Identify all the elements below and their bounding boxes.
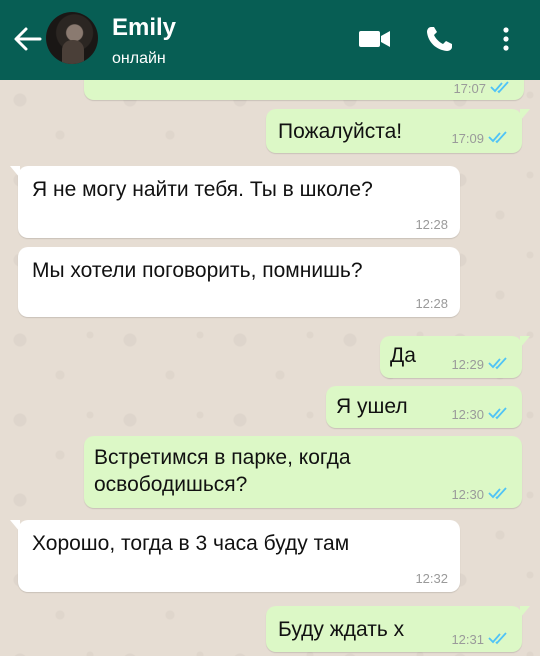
message-time: 12:32 [415,571,448,586]
message-bubble-outgoing[interactable]: Я ушел 12:30 [326,386,522,428]
message-time: 12:28 [415,296,448,311]
double-check-icon [488,357,507,370]
double-check-icon [488,487,507,500]
message-time: 12:30 [451,487,484,502]
message-text: Буду ждать х [278,618,405,641]
message-text: Встретимся в парке, когда освободишься? [94,446,351,496]
message-bubble-incoming[interactable]: Я не могу найти тебя. Ты в школе? 12:28 [10,166,460,238]
more-options-icon[interactable] [498,24,514,54]
message-bubble-outgoing[interactable]: Да 12:29 [380,336,530,378]
double-check-icon [488,632,507,645]
chat-header: Emily онлайн [0,0,540,80]
double-check-icon [488,131,507,144]
message-bubble-outgoing[interactable]: Буду ждать х 12:31 [266,606,530,652]
contact-name[interactable]: Emily [112,14,176,42]
message-bubble-incoming[interactable]: Хорошо, тогда в 3 часа буду там 12:32 [10,520,460,592]
back-arrow-icon[interactable] [12,26,42,52]
message-text: Хорошо, тогда в 3 часа буду там [32,532,350,555]
message-text: Мы хотели поговорить, помнишь? [32,259,363,282]
message-time: 12:30 [451,407,484,422]
video-call-icon[interactable] [358,24,392,54]
message-time: 12:28 [415,217,448,232]
message-time: 12:31 [451,632,484,647]
message-time: 17:07 [453,81,486,96]
message-bubble-outgoing[interactable]: Пожалуйста! 17:09 [266,109,530,153]
message-text: Я ушел [336,395,408,418]
message-bubble-incoming[interactable]: Мы хотели поговорить, помнишь? 12:28 [18,247,460,317]
message-time: 17:09 [451,131,484,146]
message-time: 12:29 [451,357,484,372]
contact-avatar[interactable] [46,12,98,64]
message-bubble-outgoing[interactable]: Встретимся в парке, когда освободишься? … [84,436,522,508]
double-check-icon [490,81,509,94]
double-check-icon [488,407,507,420]
message-text: Пожалуйста! [278,120,403,143]
message-text: Да [390,344,416,367]
voice-call-icon[interactable] [424,24,456,54]
contact-status: онлайн [112,50,166,67]
message-text: Я не могу найти тебя. Ты в школе? [32,178,373,201]
